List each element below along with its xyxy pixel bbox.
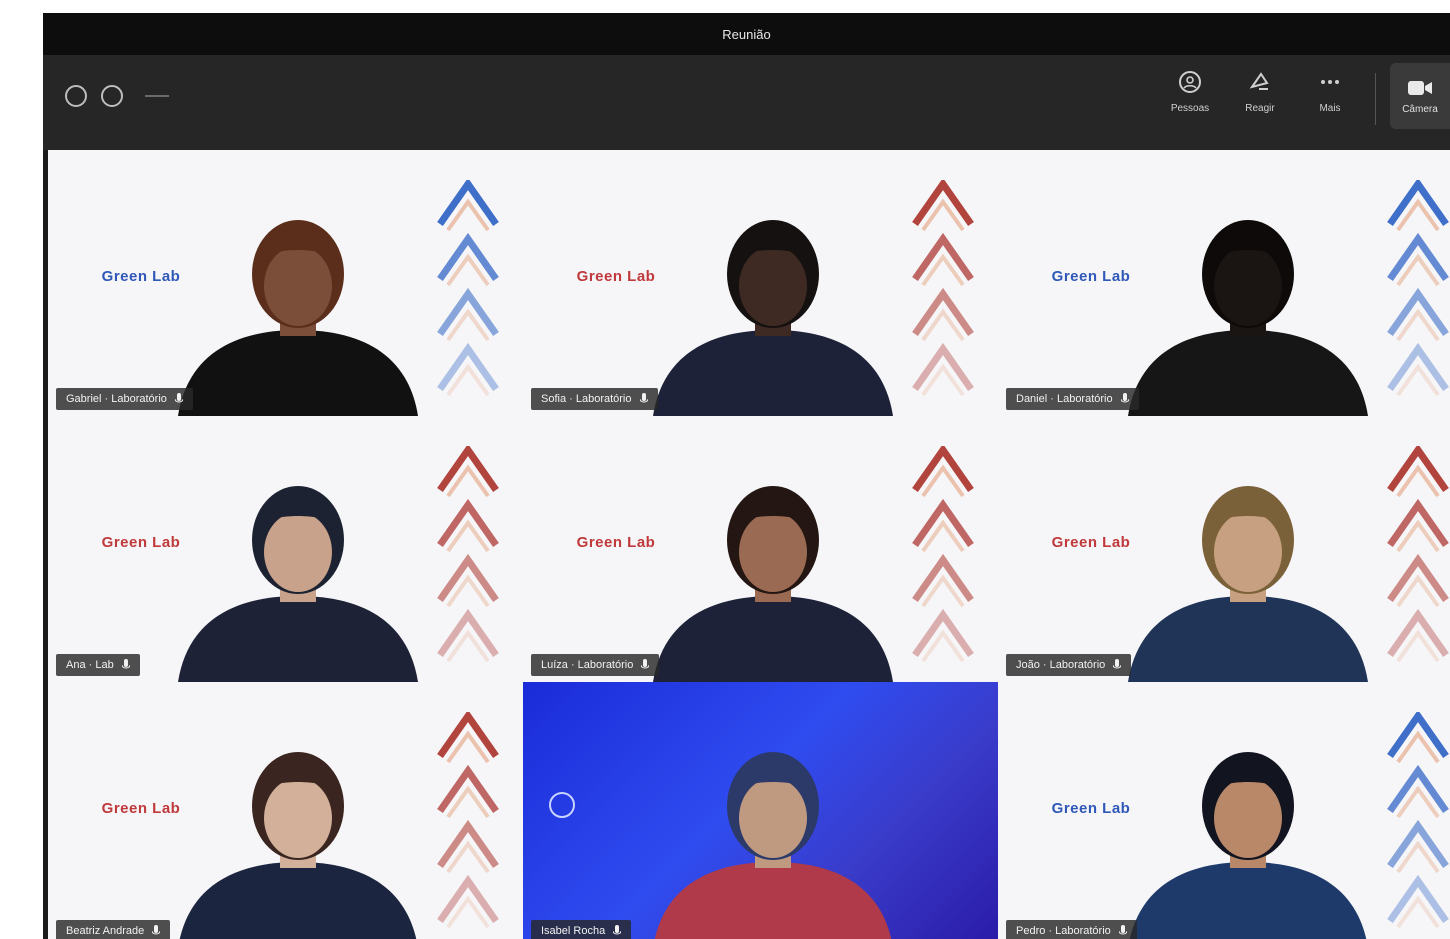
mic-icon [613,925,622,935]
more-button-label: Mais [1319,103,1341,114]
participant-name: Pedro · Laboratório [1016,925,1111,937]
mic-icon [641,659,650,669]
participant-tile[interactable]: Isabel Rocha [523,682,998,939]
participant-video-figure [1129,752,1367,939]
timer-divider [145,95,169,97]
participant-nameplate: Pedro · Laboratório [1006,920,1137,939]
video-grid: Green Lab Gabriel · Laboratório Green Lab S… [48,150,1450,939]
toolbar-right-controls: Pessoas Reagir Mais Câmera [1155,63,1450,129]
participant-video-figure [178,486,418,682]
participant-video-figure [179,752,417,939]
participant-name: Luíza · Laboratório [541,659,634,671]
more-icon [1321,80,1339,84]
participant-tile[interactable]: Green Lab Ana · Lab [48,416,523,682]
brand-chevron-mark [1387,180,1449,397]
mic-icon [1120,393,1129,403]
participant-video-figure [654,752,892,939]
participant-nameplate: Beatriz Andrade [56,920,171,939]
mic-icon [152,925,161,935]
mic-icon [174,393,183,403]
mic-icon [1118,925,1127,935]
participant-video-figure [178,220,418,416]
participant-nameplate: João · Laboratório [1006,654,1132,676]
chat-status-icon[interactable] [101,85,123,107]
brand-chevron-mark [437,446,499,663]
participant-video-figure [653,486,893,682]
participant-name: Sofia · Laboratório [541,393,632,405]
camera-button[interactable]: Câmera [1390,63,1450,129]
brand-chevron-mark [1387,712,1449,929]
participant-nameplate: Sofia · Laboratório [531,388,658,410]
brand-chevron-mark [437,180,499,397]
toolbar-left-controls [65,85,169,107]
participant-name: João · Laboratório [1016,659,1106,671]
participant-name: Isabel Rocha [541,925,606,937]
window-title: Reunião [722,26,771,42]
more-button[interactable]: Mais [1295,69,1365,114]
participant-tile[interactable]: Green Lab Gabriel · Laboratório [48,150,523,416]
participant-nameplate: Daniel · Laboratório [1006,388,1139,410]
participant-name: Daniel · Laboratório [1016,393,1113,405]
people-icon [1179,71,1201,93]
title-bar: Reunião [43,13,1450,55]
brand-chevron-mark [912,180,974,397]
participant-tile[interactable]: Green Lab Pedro · Laboratório [998,682,1450,939]
react-button[interactable]: Reagir [1225,69,1295,114]
toolbar-separator [1375,73,1376,125]
participant-nameplate: Luíza · Laboratório [531,654,660,676]
participant-video-figure [1128,220,1368,416]
brand-chevron-mark [912,446,974,663]
participant-tile[interactable]: Green Lab Sofia · Laboratório [523,150,998,416]
participant-name: Gabriel · Laboratório [66,393,167,405]
globe-logo-icon [549,792,575,818]
participant-nameplate: Isabel Rocha [531,920,632,939]
people-button-label: Pessoas [1170,103,1210,114]
brand-chevron-mark [437,712,499,929]
participant-nameplate: Ana · Lab [56,654,140,676]
camera-icon [1408,80,1432,95]
mic-icon [639,393,648,403]
meeting-window: Reunião Pessoas Reagir Mais Câmera Green… [43,13,1450,939]
brand-chevron-mark [1387,446,1449,663]
mic-icon [121,659,130,669]
participant-name: Beatriz Andrade [66,925,145,937]
camera-button-label: Câmera [1402,103,1438,115]
participant-name: Ana · Lab [66,659,114,671]
react-button-label: Reagir [1245,103,1275,114]
people-button[interactable]: Pessoas [1155,69,1225,114]
participant-nameplate: Gabriel · Laboratório [56,388,193,410]
mic-icon [1113,659,1122,669]
participant-video-figure [653,220,893,416]
participant-tile[interactable]: Green Lab Beatriz Andrade [48,682,523,939]
participant-tile[interactable]: Green Lab Luíza · Laboratório [523,416,998,682]
meeting-toolbar: Pessoas Reagir Mais Câmera [43,55,1450,150]
participant-tile[interactable]: Green Lab Daniel · Laboratório [998,150,1450,416]
participant-tile[interactable]: Green Lab João · Laboratório [998,416,1450,682]
participant-video-figure [1128,486,1368,682]
record-status-icon[interactable] [65,85,87,107]
react-icon [1249,72,1269,90]
